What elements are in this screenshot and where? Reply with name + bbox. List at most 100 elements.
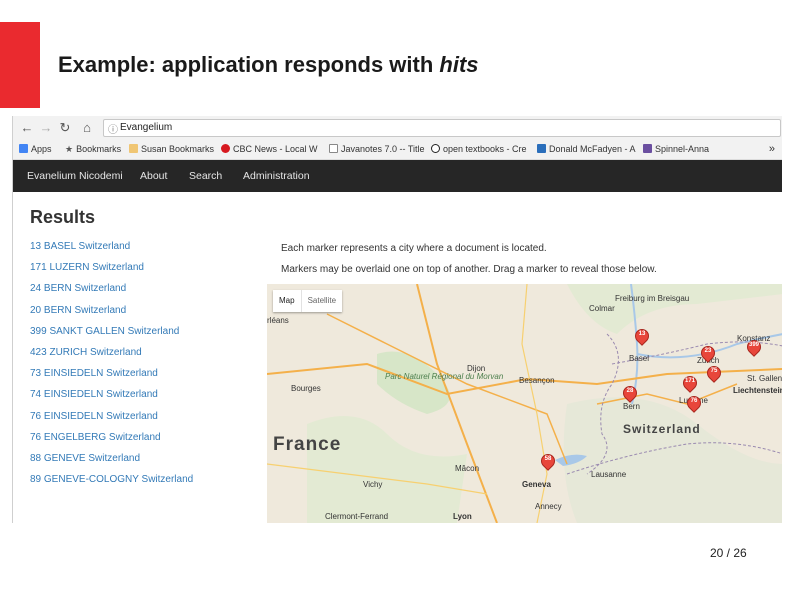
page-icon xyxy=(329,144,338,153)
result-link[interactable]: 423 ZURICH Switzerland xyxy=(30,347,193,368)
map-label-lyon: Lyon xyxy=(453,512,472,521)
map-marker[interactable]: 171 xyxy=(680,373,700,396)
browser-screenshot: ← → ↻ ⌂ ⓘ Evangelium Apps ★ Bookmarks Sus… xyxy=(12,116,782,523)
result-link[interactable]: 88 GENEVE Switzerland xyxy=(30,453,193,474)
result-link[interactable]: 20 BERN Switzerland xyxy=(30,305,193,326)
address-bar[interactable]: ⓘ Evangelium xyxy=(103,119,781,137)
slide-title: Example: application responds with hits xyxy=(58,52,479,78)
map-label-st-gallen: St. Gallen xyxy=(747,374,782,383)
back-arrow-icon[interactable]: ← xyxy=(19,120,35,136)
map-type-satellite-button[interactable]: Satellite xyxy=(300,290,342,312)
bookmark-label: Apps xyxy=(31,144,52,154)
app-navbar: Evanelium Nicodemi About Search Administ… xyxy=(13,160,782,192)
navbar-brand[interactable]: Evanelium Nicodemi xyxy=(27,170,123,182)
map-label-besancon: Besançon xyxy=(519,376,555,385)
map-label-freiburg: Freiburg im Breisgau xyxy=(615,294,690,303)
marker-number: 76 xyxy=(690,398,698,404)
reload-icon[interactable]: ↻ xyxy=(57,120,73,136)
map-label-orleans: rléans xyxy=(267,316,289,325)
map-label-vichy: Vichy xyxy=(363,480,383,489)
map-label-morvan: Parc Naturel Régional du Morvan xyxy=(385,372,504,381)
page-icon xyxy=(643,144,652,153)
results-map[interactable]: Map Satellite rléans Freiburg im Breisga… xyxy=(267,284,782,523)
result-link[interactable]: 399 SANKT GALLEN Switzerland xyxy=(30,326,193,347)
nav-link-about[interactable]: About xyxy=(140,170,167,182)
bookmark-javanotes[interactable]: Javanotes 7.0 -- Title xyxy=(329,144,425,154)
map-type-map-button[interactable]: Map xyxy=(273,290,301,312)
map-label-clermont: Clermont-Ferrand xyxy=(325,512,389,521)
marker-info-text: Each marker represents a city where a do… xyxy=(281,243,547,254)
results-page: Results 13 BASEL Switzerland 171 LUZERN … xyxy=(13,192,782,523)
map-label-colmar: Colmar xyxy=(589,304,615,313)
more-bookmarks-icon[interactable]: » xyxy=(769,143,775,155)
bookmark-label: Javanotes 7.0 -- Title xyxy=(341,144,425,154)
results-heading: Results xyxy=(30,207,96,227)
map-label-france: France xyxy=(273,434,342,455)
map-marker[interactable]: 23 xyxy=(698,343,718,366)
result-link[interactable]: 76 ENGELBERG Switzerland xyxy=(30,432,193,453)
result-link[interactable]: 24 BERN Switzerland xyxy=(30,283,193,304)
bookmark-label: Susan Bookmarks xyxy=(141,144,215,154)
bookmark-label: Bookmarks xyxy=(76,144,122,154)
bookmarks-bar: Apps ★ Bookmarks Susan Bookmarks CBC News… xyxy=(13,140,782,160)
bookmark-cbc[interactable]: CBC News - Local W xyxy=(221,144,318,154)
bookmark-label: Donald McFadyen - A xyxy=(549,144,636,154)
map-marker[interactable]: 76 xyxy=(684,393,704,416)
map-label-basel: Basel xyxy=(629,354,650,363)
marker-number: 58 xyxy=(544,456,552,462)
result-link[interactable]: 73 EINSIEDELN Switzerland xyxy=(30,368,193,389)
map-marker[interactable]: 75 xyxy=(704,363,724,386)
marker-number: 171 xyxy=(684,378,695,384)
result-link[interactable]: 74 EINSIEDELN Switzerland xyxy=(30,389,193,410)
map-label-bourges: Bourges xyxy=(291,384,321,393)
bookmark-bookmarks[interactable]: ★ Bookmarks xyxy=(65,144,121,155)
address-value: Evangelium xyxy=(120,122,173,133)
bookmark-susan[interactable]: Susan Bookmarks xyxy=(129,144,214,154)
nav-link-search[interactable]: Search xyxy=(189,170,222,182)
bookmark-spinnel[interactable]: Spinnel-Anna xyxy=(643,144,709,154)
slide-page-number: 20 / 26 xyxy=(710,546,747,560)
bookmark-donald[interactable]: Donald McFadyen - A xyxy=(537,144,636,154)
result-list: 13 BASEL Switzerland 171 LUZERN Switzerl… xyxy=(30,241,193,495)
map-label-geneva: Geneva xyxy=(522,480,551,489)
map-label-macon: Mâcon xyxy=(455,464,480,473)
bookmark-apps[interactable]: Apps xyxy=(19,144,52,154)
map-label-annecy: Annecy xyxy=(535,502,562,511)
folder-icon xyxy=(129,144,138,153)
map-marker[interactable]: 13 xyxy=(632,326,652,349)
map-marker[interactable]: 58 xyxy=(538,451,558,474)
bookmark-open-textbooks[interactable]: open textbooks - Cre xyxy=(431,144,527,154)
cc-icon xyxy=(431,144,440,153)
result-link[interactable]: 89 GENEVE-COLOGNY Switzerland xyxy=(30,474,193,495)
result-link[interactable]: 13 BASEL Switzerland xyxy=(30,241,193,262)
bookmark-label: open textbooks - Cre xyxy=(443,144,527,154)
nav-link-administration[interactable]: Administration xyxy=(243,170,310,182)
star-icon: ★ xyxy=(65,144,74,154)
result-link[interactable]: 171 LUZERN Switzerland xyxy=(30,262,193,283)
marker-number: 399 xyxy=(748,342,759,348)
marker-overlap-text: Markers may be overlaid one on top of an… xyxy=(281,264,657,275)
map-label-lausanne: Lausanne xyxy=(591,470,627,479)
marker-number: 23 xyxy=(704,348,712,354)
map-marker[interactable]: 399 xyxy=(744,337,764,360)
map-label-switzerland: Switzerland xyxy=(623,422,701,436)
home-icon[interactable]: ⌂ xyxy=(79,120,95,136)
map-label-liechtenstein: Liechtenstein xyxy=(733,386,782,395)
result-link[interactable]: 76 EINSIEDELN Switzerland xyxy=(30,411,193,432)
bookmark-label: CBC News - Local W xyxy=(233,144,318,154)
browser-toolbar: ← → ↻ ⌂ ⓘ Evangelium xyxy=(13,116,782,140)
marker-number: 13 xyxy=(638,331,646,337)
marker-number: 28 xyxy=(626,388,634,394)
bookmark-label: Spinnel-Anna xyxy=(655,144,710,154)
forward-arrow-icon[interactable]: → xyxy=(38,120,54,136)
title-accent-bar xyxy=(0,22,40,108)
page-info-icon[interactable]: ⓘ xyxy=(108,121,118,136)
map-type-toggle: Map Satellite xyxy=(273,290,343,312)
title-text: Example: application responds with xyxy=(58,52,440,77)
map-marker[interactable]: 28 xyxy=(620,383,640,406)
title-emphasis: hits xyxy=(439,52,479,77)
apps-grid-icon xyxy=(19,144,28,153)
marker-number: 75 xyxy=(710,368,718,374)
cbc-logo-icon xyxy=(221,144,230,153)
page-icon xyxy=(537,144,546,153)
